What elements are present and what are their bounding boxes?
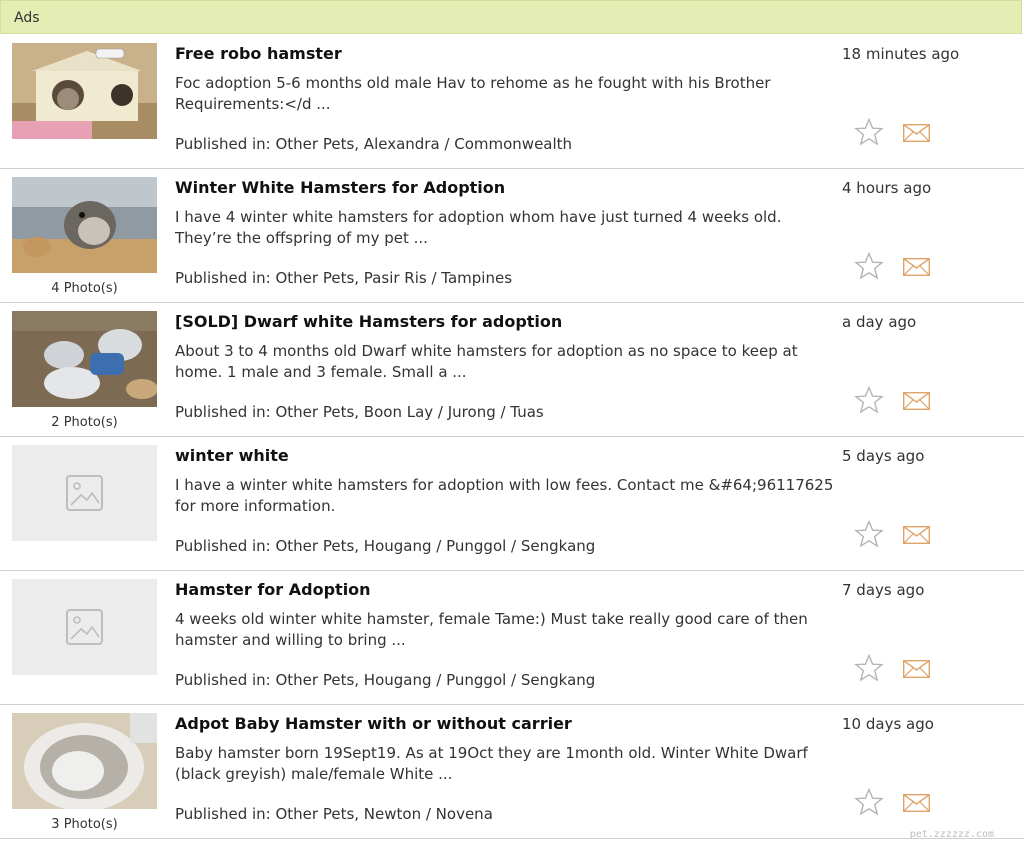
envelope-icon[interactable] — [903, 392, 930, 410]
listing-description: I have a winter white hamsters for adopt… — [175, 476, 834, 515]
listing-published-in: Published in: Other Pets, Hougang / Pung… — [175, 671, 596, 689]
listing-row: 2 Photo(s) [SOLD] Dwarf white Hamsters f… — [0, 303, 1024, 437]
listing-published-in: Published in: Other Pets, Alexandra / Co… — [175, 135, 573, 153]
listing-thumbnail-placeholder[interactable] — [12, 579, 157, 675]
photo-count: 2 Photo(s) — [51, 415, 118, 430]
listing-time: 10 days ago — [842, 715, 934, 733]
listing-time: 4 hours ago — [842, 179, 932, 197]
listing-row: winter white I have a winter white hamst… — [0, 437, 1024, 571]
listing-row: 4 Photo(s) Winter White Hamsters for Ado… — [0, 169, 1024, 303]
listing-time: 7 days ago — [842, 581, 925, 599]
star-icon[interactable] — [854, 654, 884, 682]
listing-title[interactable]: Adpot Baby Hamster with or without carri… — [175, 714, 572, 733]
envelope-icon[interactable] — [903, 124, 930, 142]
listing-published-in: Published in: Other Pets, Boon Lay / Jur… — [175, 403, 544, 421]
listing-description: About 3 to 4 months old Dwarf white hams… — [175, 342, 798, 381]
listing-thumbnail[interactable] — [12, 713, 157, 809]
listing-time: 18 minutes ago — [842, 45, 960, 63]
listing-row: Hamster for Adoption 4 weeks old winter … — [0, 571, 1024, 705]
listing-list: Free robo hamster Foc adoption 5-6 month… — [0, 35, 1024, 839]
envelope-icon[interactable] — [903, 660, 930, 678]
envelope-icon[interactable] — [903, 258, 930, 276]
photo-count: 4 Photo(s) — [51, 281, 118, 296]
star-icon[interactable] — [854, 118, 884, 146]
listing-published-in: Published in: Other Pets, Newton / Noven… — [175, 805, 493, 823]
listing-description: Baby hamster born 19Sept19. As at 19Oct … — [175, 744, 808, 783]
photo-count: 3 Photo(s) — [51, 817, 118, 832]
listing-thumbnail[interactable] — [12, 311, 157, 407]
listing-thumbnail[interactable] — [12, 177, 157, 273]
star-icon[interactable] — [854, 252, 884, 280]
listing-title[interactable]: winter white — [175, 446, 289, 465]
star-icon[interactable] — [854, 788, 884, 816]
listing-thumbnail-placeholder[interactable] — [12, 445, 157, 541]
listing-row: 3 Photo(s) Adpot Baby Hamster with or wi… — [0, 705, 1024, 839]
listing-description: 4 weeks old winter white hamster, female… — [175, 610, 808, 649]
listing-published-in: Published in: Other Pets, Hougang / Pung… — [175, 537, 596, 555]
envelope-icon[interactable] — [903, 794, 930, 812]
listing-title[interactable]: Hamster for Adoption — [175, 580, 371, 599]
ads-header: Ads — [0, 0, 1022, 34]
listing-row: Free robo hamster Foc adoption 5-6 month… — [0, 35, 1024, 169]
ads-header-label: Ads — [14, 10, 40, 26]
listing-description: Foc adoption 5-6 months old male Hav to … — [175, 74, 771, 113]
watermark: pet.zzzzzz.com — [909, 829, 994, 840]
star-icon[interactable] — [854, 520, 884, 548]
star-icon[interactable] — [854, 386, 884, 414]
envelope-icon[interactable] — [903, 526, 930, 544]
listing-description: I have 4 winter white hamsters for adopt… — [175, 208, 782, 247]
listing-title[interactable]: Winter White Hamsters for Adoption — [175, 178, 505, 197]
listing-time: 5 days ago — [842, 447, 925, 465]
listing-time: a day ago — [842, 313, 917, 331]
listing-title[interactable]: [SOLD] Dwarf white Hamsters for adoption — [175, 312, 562, 331]
listing-published-in: Published in: Other Pets, Pasir Ris / Ta… — [175, 269, 513, 287]
listing-thumbnail[interactable] — [12, 43, 157, 139]
listing-title[interactable]: Free robo hamster — [175, 44, 342, 63]
